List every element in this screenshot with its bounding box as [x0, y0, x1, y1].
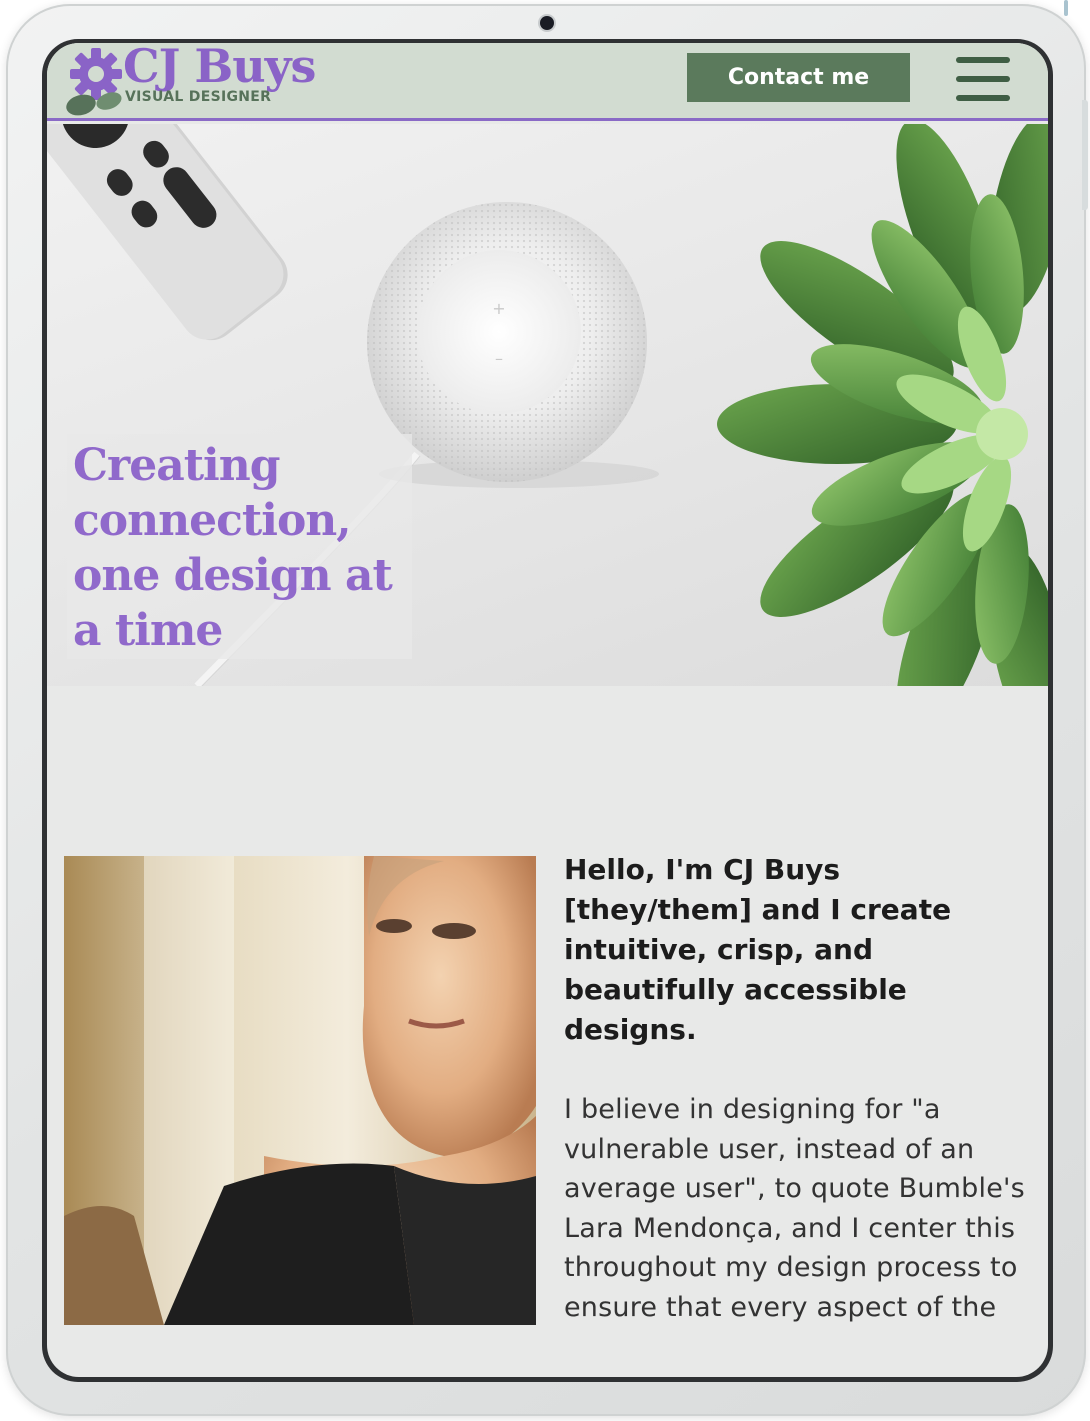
profile-photo [64, 856, 536, 1325]
svg-text:–: – [495, 349, 503, 368]
about-body: I believe in designing for "a vulnerable… [564, 1094, 1025, 1323]
tagline-box: Creating connection, one design at a tim… [67, 434, 412, 659]
tablet-top-button [1064, 0, 1068, 16]
screen: CJ Buys VISUAL DESIGNER Contact me + – C… [47, 43, 1048, 1377]
menu-bar [956, 95, 1010, 101]
hero-section: + – Creating connection, one design at a… [47, 124, 1048, 686]
tablet-side-button [1082, 100, 1088, 210]
about-heading: Hello, I'm CJ Buys [they/them] and I cre… [564, 853, 952, 1046]
contact-button[interactable]: Contact me [687, 53, 910, 102]
remote-image [47, 124, 288, 341]
about-section: Hello, I'm CJ Buys [they/them] and I cre… [564, 850, 1034, 1327]
svg-text:+: + [492, 299, 505, 318]
logo-name: CJ Buys [123, 43, 316, 93]
site-header: CJ Buys VISUAL DESIGNER Contact me [47, 43, 1048, 121]
camera-icon [540, 16, 554, 30]
logo-subtitle: VISUAL DESIGNER [125, 89, 272, 105]
hamburger-menu-icon[interactable] [953, 53, 1013, 105]
menu-bar [956, 57, 1010, 63]
portrait-image [64, 856, 536, 1325]
hero-tagline: Creating connection, one design at a tim… [73, 440, 393, 656]
leaves-icon [66, 92, 122, 116]
menu-bar [956, 76, 1010, 82]
logo[interactable]: CJ Buys VISUAL DESIGNER [65, 43, 355, 117]
succulent-image [717, 124, 1048, 686]
